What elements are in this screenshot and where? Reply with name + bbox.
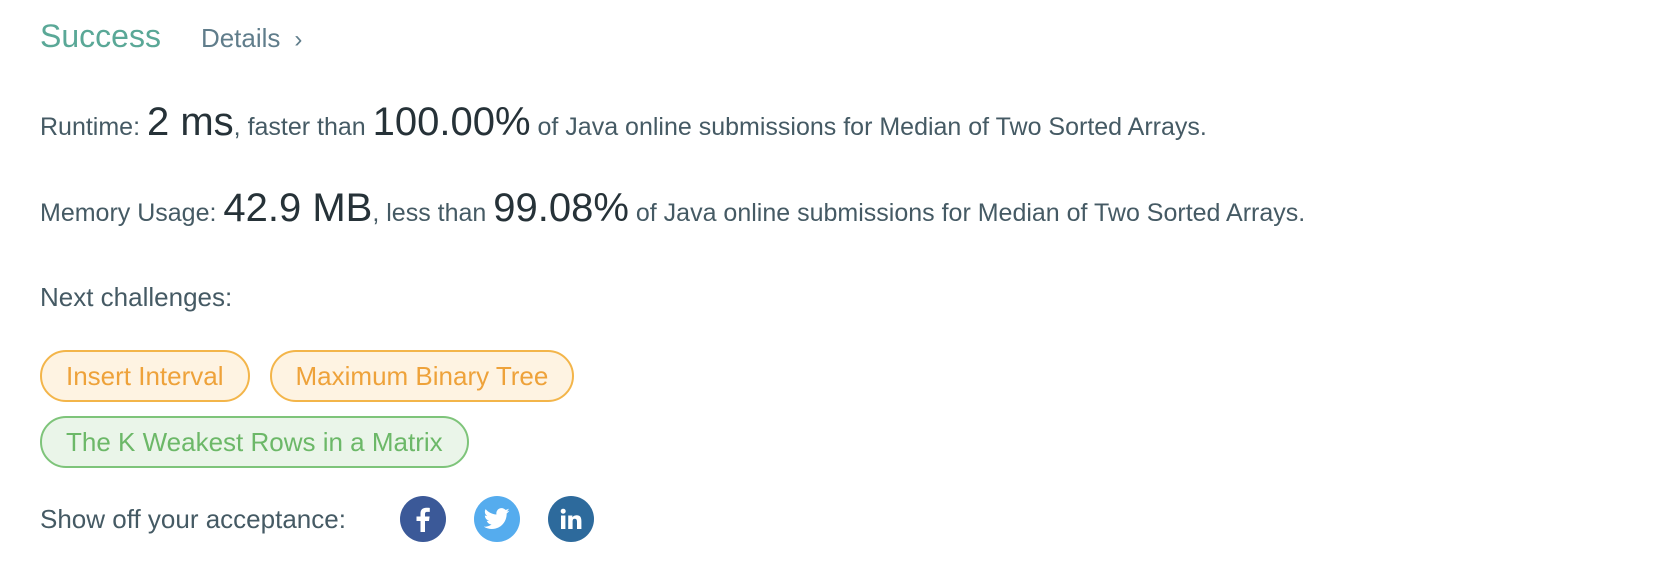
runtime-comparison: , faster than — [233, 113, 373, 141]
challenge-chip-maximum-binary-tree[interactable]: Maximum Binary Tree — [269, 350, 575, 402]
twitter-icon[interactable] — [473, 496, 520, 542]
challenge-chip-insert-interval[interactable]: Insert Interval — [40, 350, 250, 402]
runtime-label: Runtime: — [40, 113, 147, 141]
memory-percent: 99.08% — [493, 186, 629, 230]
challenge-chip-k-weakest-rows[interactable]: The K Weakest Rows in a Matrix — [40, 416, 469, 468]
runtime-value: 2 ms — [146, 100, 234, 144]
memory-stat: Memory Usage: 42.9 MB, less than 99.08% … — [40, 186, 1305, 231]
memory-label: Memory Usage: — [40, 199, 224, 227]
share-label: Show off your acceptance: — [40, 503, 346, 534]
runtime-percent: 100.00% — [372, 100, 531, 144]
memory-value: 42.9 MB — [223, 186, 373, 230]
next-challenges-label: Next challenges: — [40, 282, 233, 312]
next-challenges-row: Insert Interval Maximum Binary Tree — [40, 350, 575, 402]
chevron-right-icon: › — [294, 26, 303, 53]
memory-suffix: of Java online submissions for Median of… — [628, 199, 1306, 227]
facebook-icon[interactable] — [399, 496, 446, 542]
runtime-stat: Runtime: 2 ms, faster than 100.00% of Ja… — [40, 100, 1207, 145]
runtime-suffix: of Java online submissions for Median of… — [530, 113, 1207, 141]
details-link[interactable]: Details › — [201, 23, 302, 54]
memory-comparison: , less than — [372, 199, 494, 227]
result-header: Success Details › — [40, 18, 302, 55]
share-row: Show off your acceptance: — [40, 496, 594, 542]
details-label: Details — [200, 23, 281, 53]
share-icons — [399, 496, 594, 542]
next-challenges-row: The K Weakest Rows in a Matrix — [40, 416, 469, 468]
status-label: Success — [40, 18, 161, 54]
linkedin-icon[interactable] — [547, 496, 594, 542]
